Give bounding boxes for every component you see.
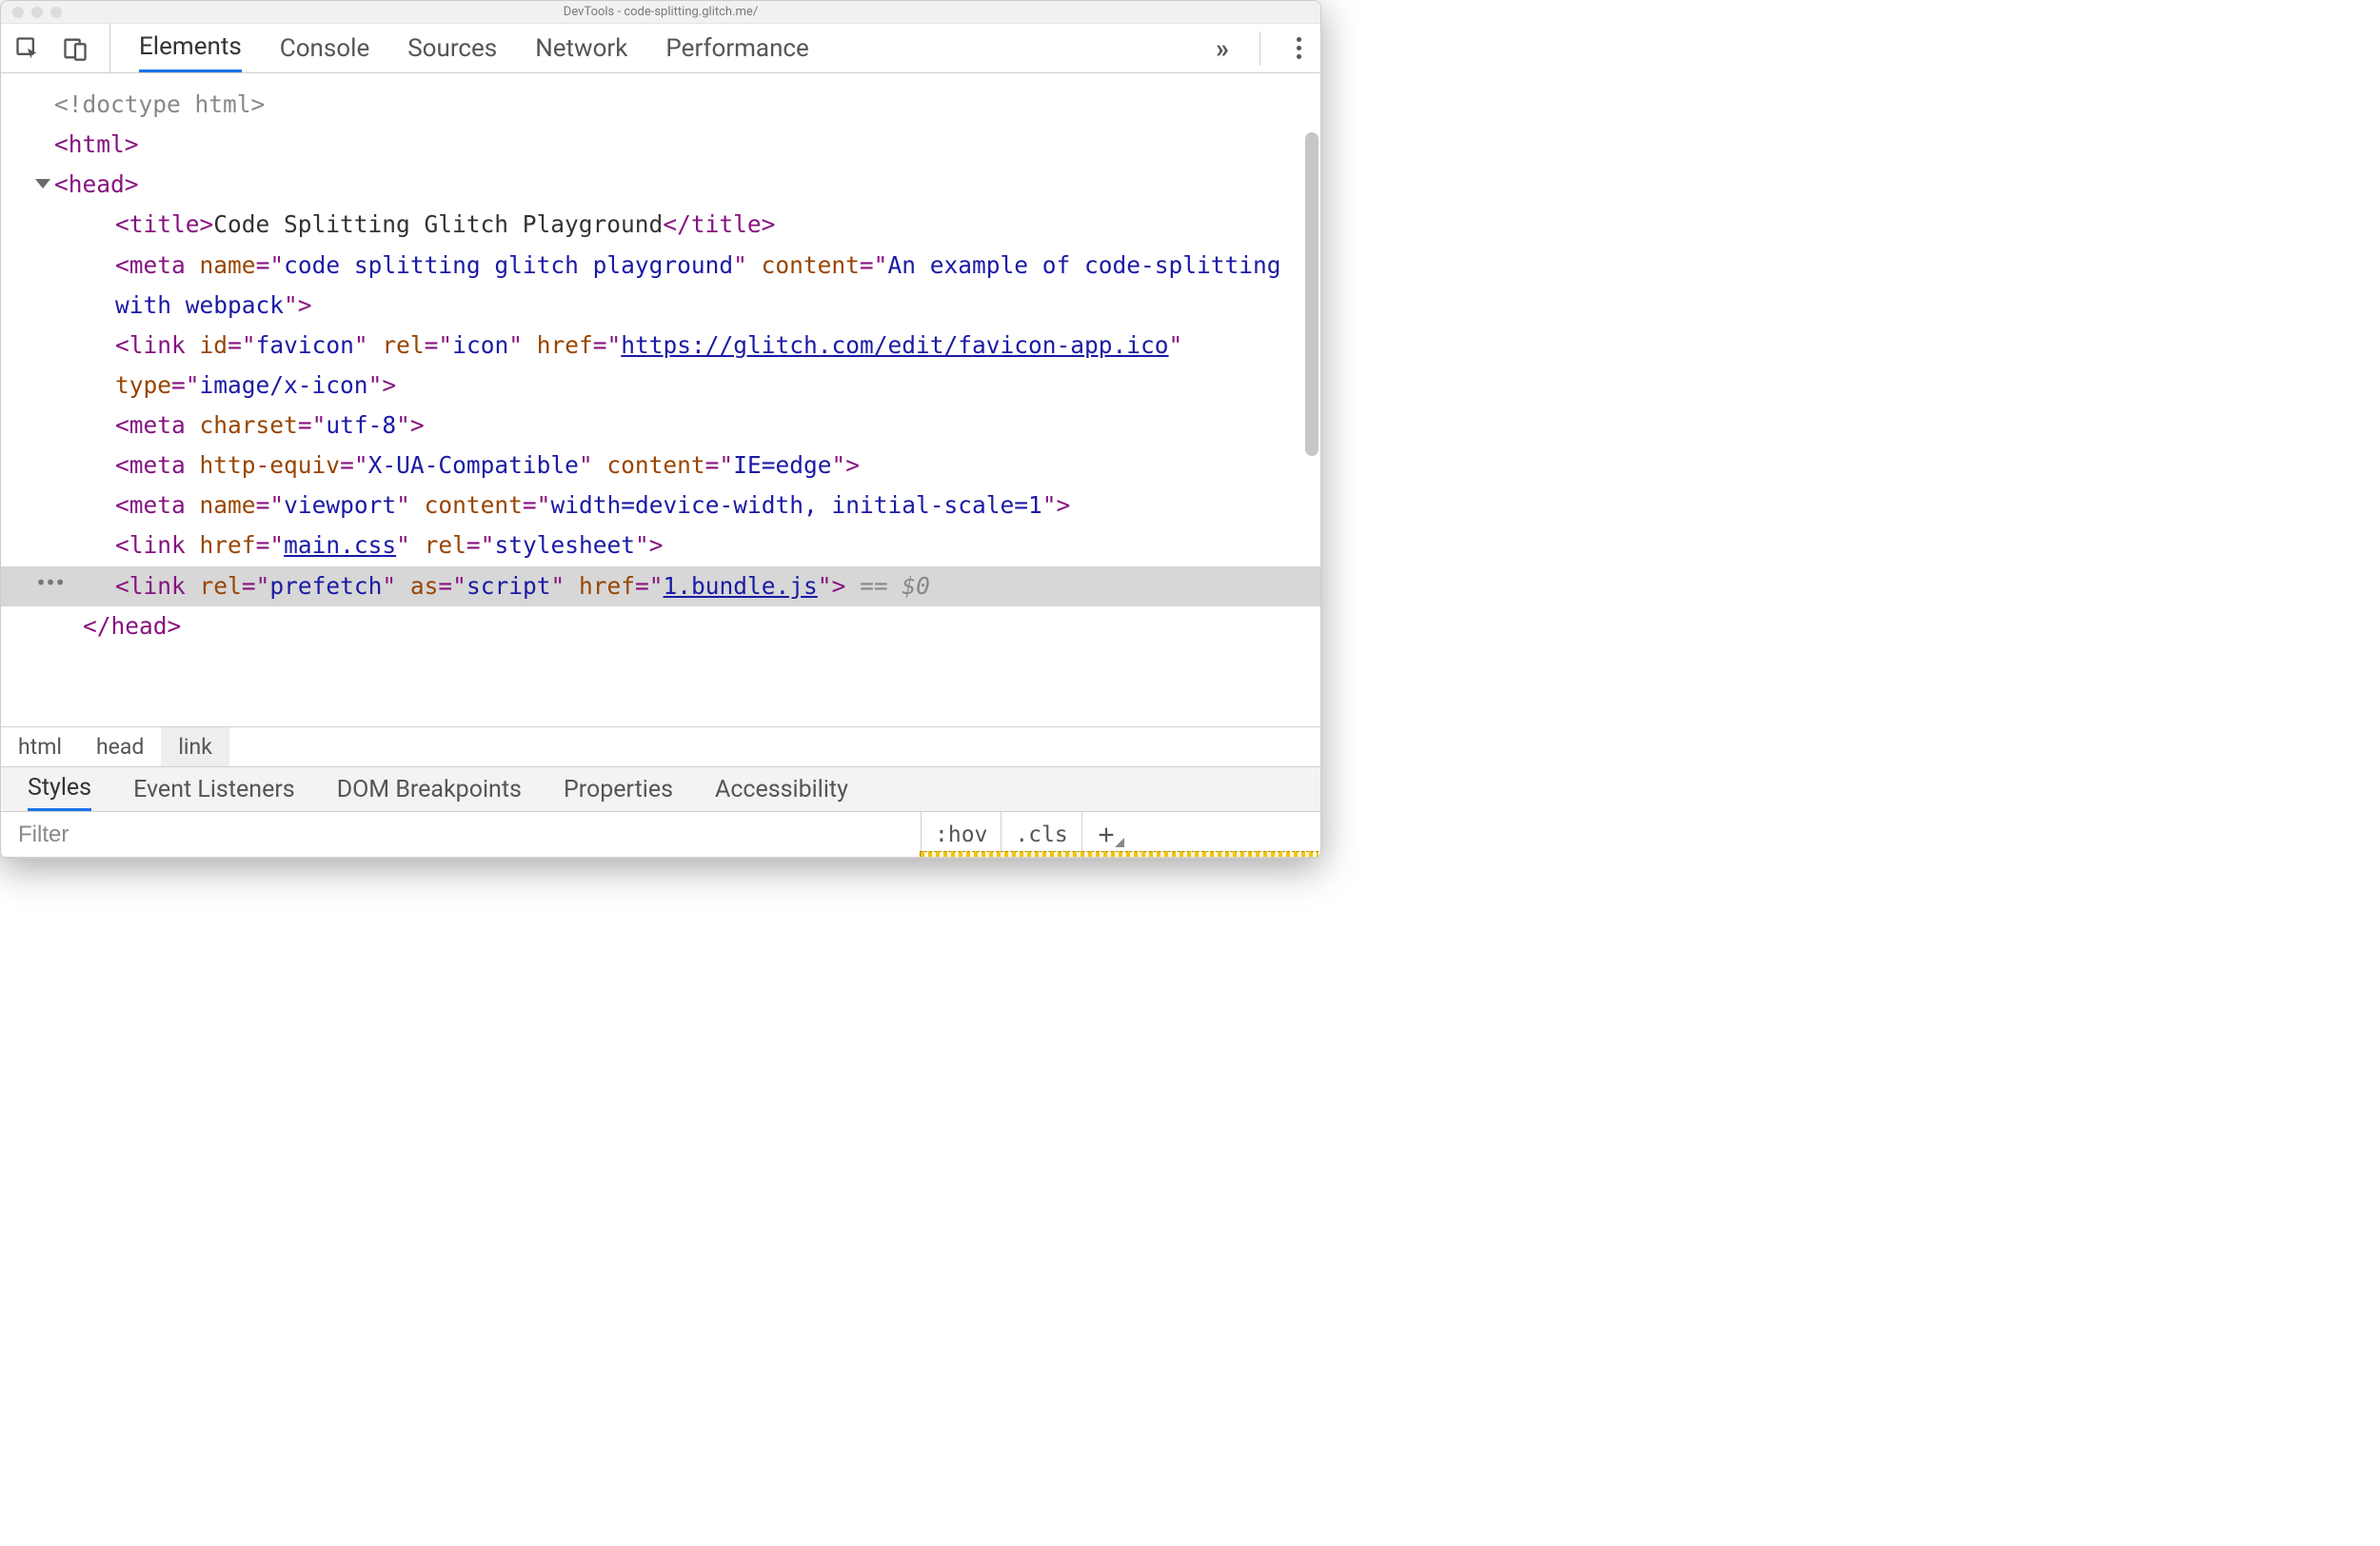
window-controls — [12, 7, 62, 18]
dom-tree-panel[interactable]: <!doctype html> <html> <head> <title>Cod… — [1, 73, 1320, 726]
expand-toggle-icon[interactable] — [35, 179, 50, 188]
sidebar-tabs: Styles Event Listeners DOM Breakpoints P… — [1, 766, 1320, 812]
device-toolbar-icon[interactable] — [62, 35, 89, 62]
maincss-href-link[interactable]: main.css — [284, 531, 396, 559]
dom-meta-viewport[interactable]: <meta name="viewport" content="width=dev… — [1, 486, 1320, 525]
subtab-properties[interactable]: Properties — [564, 767, 673, 811]
dom-head-close[interactable]: </head> — [1, 606, 1320, 646]
dom-head-open[interactable]: <head> — [1, 165, 1320, 205]
styles-toolbar: :hov .cls — [1, 812, 1320, 858]
toggle-cls-button[interactable]: .cls — [1002, 812, 1081, 857]
zoom-window-button[interactable] — [50, 7, 62, 18]
tab-network[interactable]: Network — [535, 24, 627, 72]
minimize-window-button[interactable] — [31, 7, 43, 18]
dom-meta-description[interactable]: <meta name="code splitting glitch playgr… — [1, 246, 1320, 326]
inspect-element-icon[interactable] — [14, 35, 41, 62]
box-model-indicator — [920, 851, 1319, 857]
close-window-button[interactable] — [12, 7, 24, 18]
dom-link-prefetch-selected[interactable]: <link rel="prefetch" as="script" href="1… — [1, 566, 1320, 606]
divider — [1259, 31, 1260, 66]
main-toolbar: Elements Console Sources Network Perform… — [1, 24, 1320, 73]
toggle-hov-button[interactable]: :hov — [922, 812, 1002, 857]
new-style-rule-button[interactable] — [1082, 812, 1138, 857]
tab-console[interactable]: Console — [280, 24, 369, 72]
devtools-window: DevTools - code-splitting.glitch.me/ Ele… — [0, 0, 1321, 859]
subtab-accessibility[interactable]: Accessibility — [715, 767, 848, 811]
subtab-dom-breakpoints[interactable]: DOM Breakpoints — [337, 767, 522, 811]
more-tabs-button[interactable]: » — [1216, 32, 1229, 64]
tab-elements[interactable]: Elements — [139, 24, 242, 72]
titlebar: DevTools - code-splitting.glitch.me/ — [1, 1, 1320, 24]
dom-meta-charset[interactable]: <meta charset="utf-8"> — [1, 406, 1320, 446]
dom-link-favicon[interactable]: <link id="favicon" rel="icon" href="http… — [1, 326, 1320, 406]
favicon-href-link[interactable]: https://glitch.com/edit/favicon-app.ico — [621, 331, 1168, 359]
tab-performance[interactable]: Performance — [665, 24, 808, 72]
bundle-href-link[interactable]: 1.bundle.js — [664, 572, 818, 600]
styles-filter-input[interactable] — [1, 812, 921, 857]
dom-html-open[interactable]: <html> — [1, 125, 1320, 165]
tab-sources[interactable]: Sources — [407, 24, 497, 72]
settings-menu-button[interactable] — [1291, 31, 1307, 65]
dom-doctype[interactable]: <!doctype html> — [1, 85, 1320, 125]
dom-link-maincss[interactable]: <link href="main.css" rel="stylesheet"> — [1, 525, 1320, 565]
subtab-event-listeners[interactable]: Event Listeners — [133, 767, 295, 811]
breadcrumb-link[interactable]: link — [161, 727, 229, 766]
main-tabs: Elements Console Sources Network Perform… — [139, 24, 1307, 72]
dom-meta-compat[interactable]: <meta http-equiv="X-UA-Compatible" conte… — [1, 446, 1320, 486]
breadcrumb: html head link — [1, 726, 1320, 766]
breadcrumb-head[interactable]: head — [79, 727, 161, 766]
vertical-scrollbar[interactable] — [1305, 132, 1319, 456]
dom-title[interactable]: <title>Code Splitting Glitch Playground<… — [1, 205, 1320, 245]
breadcrumb-html[interactable]: html — [1, 727, 79, 766]
subtab-styles[interactable]: Styles — [28, 767, 91, 811]
window-title: DevTools - code-splitting.glitch.me/ — [564, 5, 758, 19]
